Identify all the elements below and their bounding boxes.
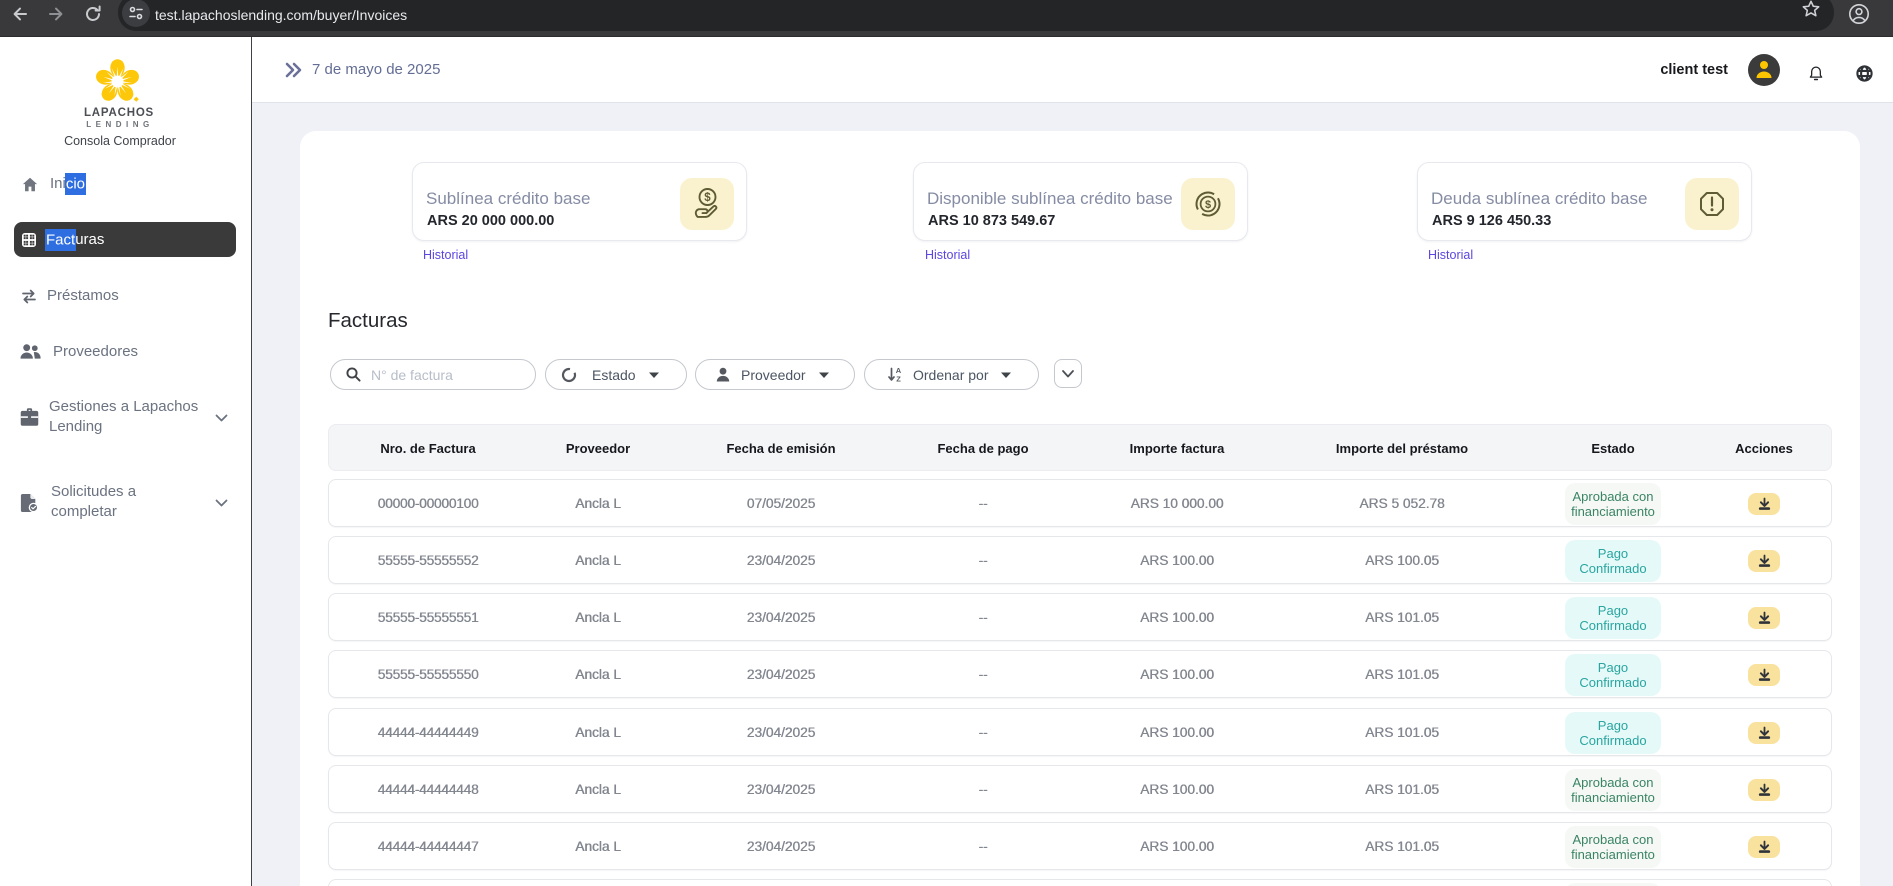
svg-text:$: $ [1205,199,1211,211]
svg-text:Z: Z [896,375,901,384]
svg-text:$: $ [704,192,711,204]
